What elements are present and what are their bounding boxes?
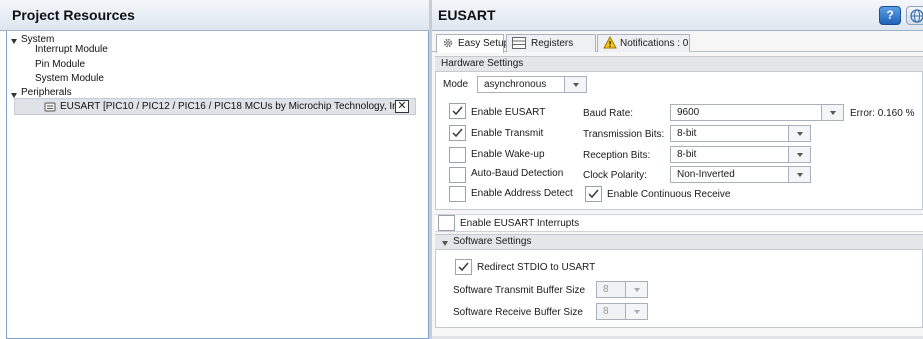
rx-buffer-size-select[interactable]: 8: [596, 303, 648, 320]
peripheral-device-icon: [44, 102, 56, 112]
hardware-settings-title: Hardware Settings: [441, 58, 524, 69]
mode-label: Mode: [443, 79, 469, 90]
expand-system-icon[interactable]: [11, 39, 17, 44]
mode-dropdown-arrow[interactable]: [564, 77, 586, 92]
globe-icon: [910, 9, 923, 23]
baud-rate-select[interactable]: 9600: [670, 104, 844, 121]
enable-eusart-checkbox[interactable]: [449, 103, 466, 119]
chevron-down-icon: [634, 310, 640, 314]
baud-rate-value: 9600: [677, 107, 700, 118]
project-resources-title: Project Resources: [12, 7, 135, 23]
tx-buffer-size-label: Software Transmit Buffer Size: [453, 285, 586, 296]
chevron-down-icon: [797, 173, 803, 177]
auto-baud-label: Auto-Baud Detection: [471, 168, 564, 179]
tx-buffer-size-select[interactable]: 8: [596, 281, 648, 298]
collapse-software-settings-icon[interactable]: [442, 241, 448, 246]
software-settings-section: Redirect STDIO to USART Software Transmi…: [435, 250, 923, 328]
warning-icon: [603, 36, 617, 49]
globe-button[interactable]: [906, 6, 923, 25]
baud-rate-label: Baud Rate:: [583, 108, 634, 119]
tree-node-interrupt-module[interactable]: Interrupt Module: [35, 44, 108, 55]
rx-buffer-dropdown-arrow[interactable]: [625, 304, 647, 319]
checkmark-icon: [452, 106, 463, 116]
tab-bar: Easy Setup Registers Notifications : 0: [432, 32, 923, 53]
remove-module-button[interactable]: ✕: [395, 100, 409, 113]
checkmark-icon: [452, 128, 463, 138]
transmission-bits-select[interactable]: 8-bit: [670, 125, 811, 142]
clock-polarity-select[interactable]: Non-Inverted: [670, 166, 811, 183]
tab-easy-setup[interactable]: Easy Setup: [436, 34, 509, 53]
interrupts-row: Enable EUSART Interrupts: [435, 214, 923, 232]
enable-eusart-interrupts-checkbox[interactable]: [438, 215, 455, 231]
rx-buffer-size-value: 8: [603, 306, 609, 317]
software-settings-header[interactable]: Software Settings: [435, 234, 923, 250]
rx-buffer-size-label: Software Receive Buffer Size: [453, 307, 583, 318]
enable-continuous-receive-checkbox[interactable]: [585, 186, 602, 202]
mode-select[interactable]: asynchronous: [477, 76, 587, 93]
enable-continuous-receive-label: Enable Continuous Receive: [607, 189, 731, 200]
reception-bits-select[interactable]: 8-bit: [670, 146, 811, 163]
reception-bits-value: 8-bit: [677, 149, 697, 160]
tree-node-eusart[interactable]: EUSART [PIC10 / PIC12 / PIC16 / PIC18 MC…: [14, 98, 416, 115]
transmission-bits-dropdown-arrow[interactable]: [788, 126, 810, 141]
eusart-title: EUSART: [438, 7, 496, 23]
tab-registers[interactable]: Registers: [506, 34, 596, 52]
baud-rate-dropdown-arrow[interactable]: [821, 105, 843, 120]
checkmark-icon: [458, 262, 469, 272]
enable-wakeup-label: Enable Wake-up: [471, 149, 545, 160]
enable-eusart-label: Enable EUSART: [471, 107, 546, 118]
eusart-panel: EUSART ? Easy Setup Registers Notificati…: [432, 0, 923, 339]
chevron-down-icon: [797, 153, 803, 157]
enable-eusart-interrupts-label: Enable EUSART Interrupts: [460, 218, 580, 229]
tree-node-peripherals[interactable]: Peripherals: [21, 87, 72, 98]
reception-bits-dropdown-arrow[interactable]: [788, 147, 810, 162]
baud-error-text: Error: 0.160 %: [850, 108, 915, 119]
tx-buffer-size-value: 8: [603, 284, 609, 295]
clock-polarity-label: Clock Polarity:: [583, 170, 647, 181]
checkmark-icon: [588, 189, 599, 199]
redirect-stdio-label: Redirect STDIO to USART: [477, 262, 596, 273]
tab-notifications-label: Notifications : 0: [620, 38, 689, 49]
hardware-settings-section: Mode asynchronous Enable EUSART Enable T…: [435, 72, 923, 210]
clock-polarity-value: Non-Inverted: [677, 169, 735, 180]
register-table-icon: [512, 37, 526, 49]
tab-notifications[interactable]: Notifications : 0: [597, 34, 690, 52]
transmission-bits-value: 8-bit: [677, 128, 697, 139]
chevron-down-icon: [634, 288, 640, 292]
clock-polarity-dropdown-arrow[interactable]: [788, 167, 810, 182]
enable-address-detect-checkbox[interactable]: [449, 186, 466, 202]
resource-tree[interactable]: System Interrupt Module Pin Module Syste…: [6, 31, 429, 339]
chevron-down-icon: [573, 83, 579, 87]
help-button[interactable]: ?: [879, 6, 901, 25]
enable-transmit-label: Enable Transmit: [471, 128, 544, 139]
auto-baud-checkbox[interactable]: [449, 167, 466, 183]
reception-bits-label: Reception Bits:: [583, 150, 651, 161]
hardware-settings-header: Hardware Settings: [435, 56, 923, 72]
project-resources-panel: Project Resources System Interrupt Modul…: [0, 0, 429, 339]
tree-node-system-module[interactable]: System Module: [35, 73, 104, 84]
enable-transmit-checkbox[interactable]: [449, 125, 466, 141]
enable-wakeup-checkbox[interactable]: [449, 147, 466, 163]
enable-address-detect-label: Enable Address Detect: [471, 188, 573, 199]
tx-buffer-dropdown-arrow[interactable]: [625, 282, 647, 297]
project-resources-header: Project Resources: [0, 0, 429, 31]
software-settings-title: Software Settings: [453, 236, 532, 247]
gear-icon: [443, 38, 453, 48]
eusart-header: EUSART ?: [432, 0, 923, 31]
transmission-bits-label: Transmission Bits:: [583, 129, 665, 140]
chevron-down-icon: [830, 111, 836, 115]
mode-value: asynchronous: [484, 79, 547, 90]
tab-registers-label: Registers: [531, 38, 574, 49]
redirect-stdio-checkbox[interactable]: [455, 259, 472, 275]
tree-node-pin-module[interactable]: Pin Module: [35, 59, 85, 70]
eusart-tree-label: EUSART [PIC10 / PIC12 / PIC16 / PIC18 MC…: [60, 101, 409, 112]
tab-easy-setup-label: Easy Setup: [458, 38, 510, 49]
chevron-down-icon: [797, 132, 803, 136]
